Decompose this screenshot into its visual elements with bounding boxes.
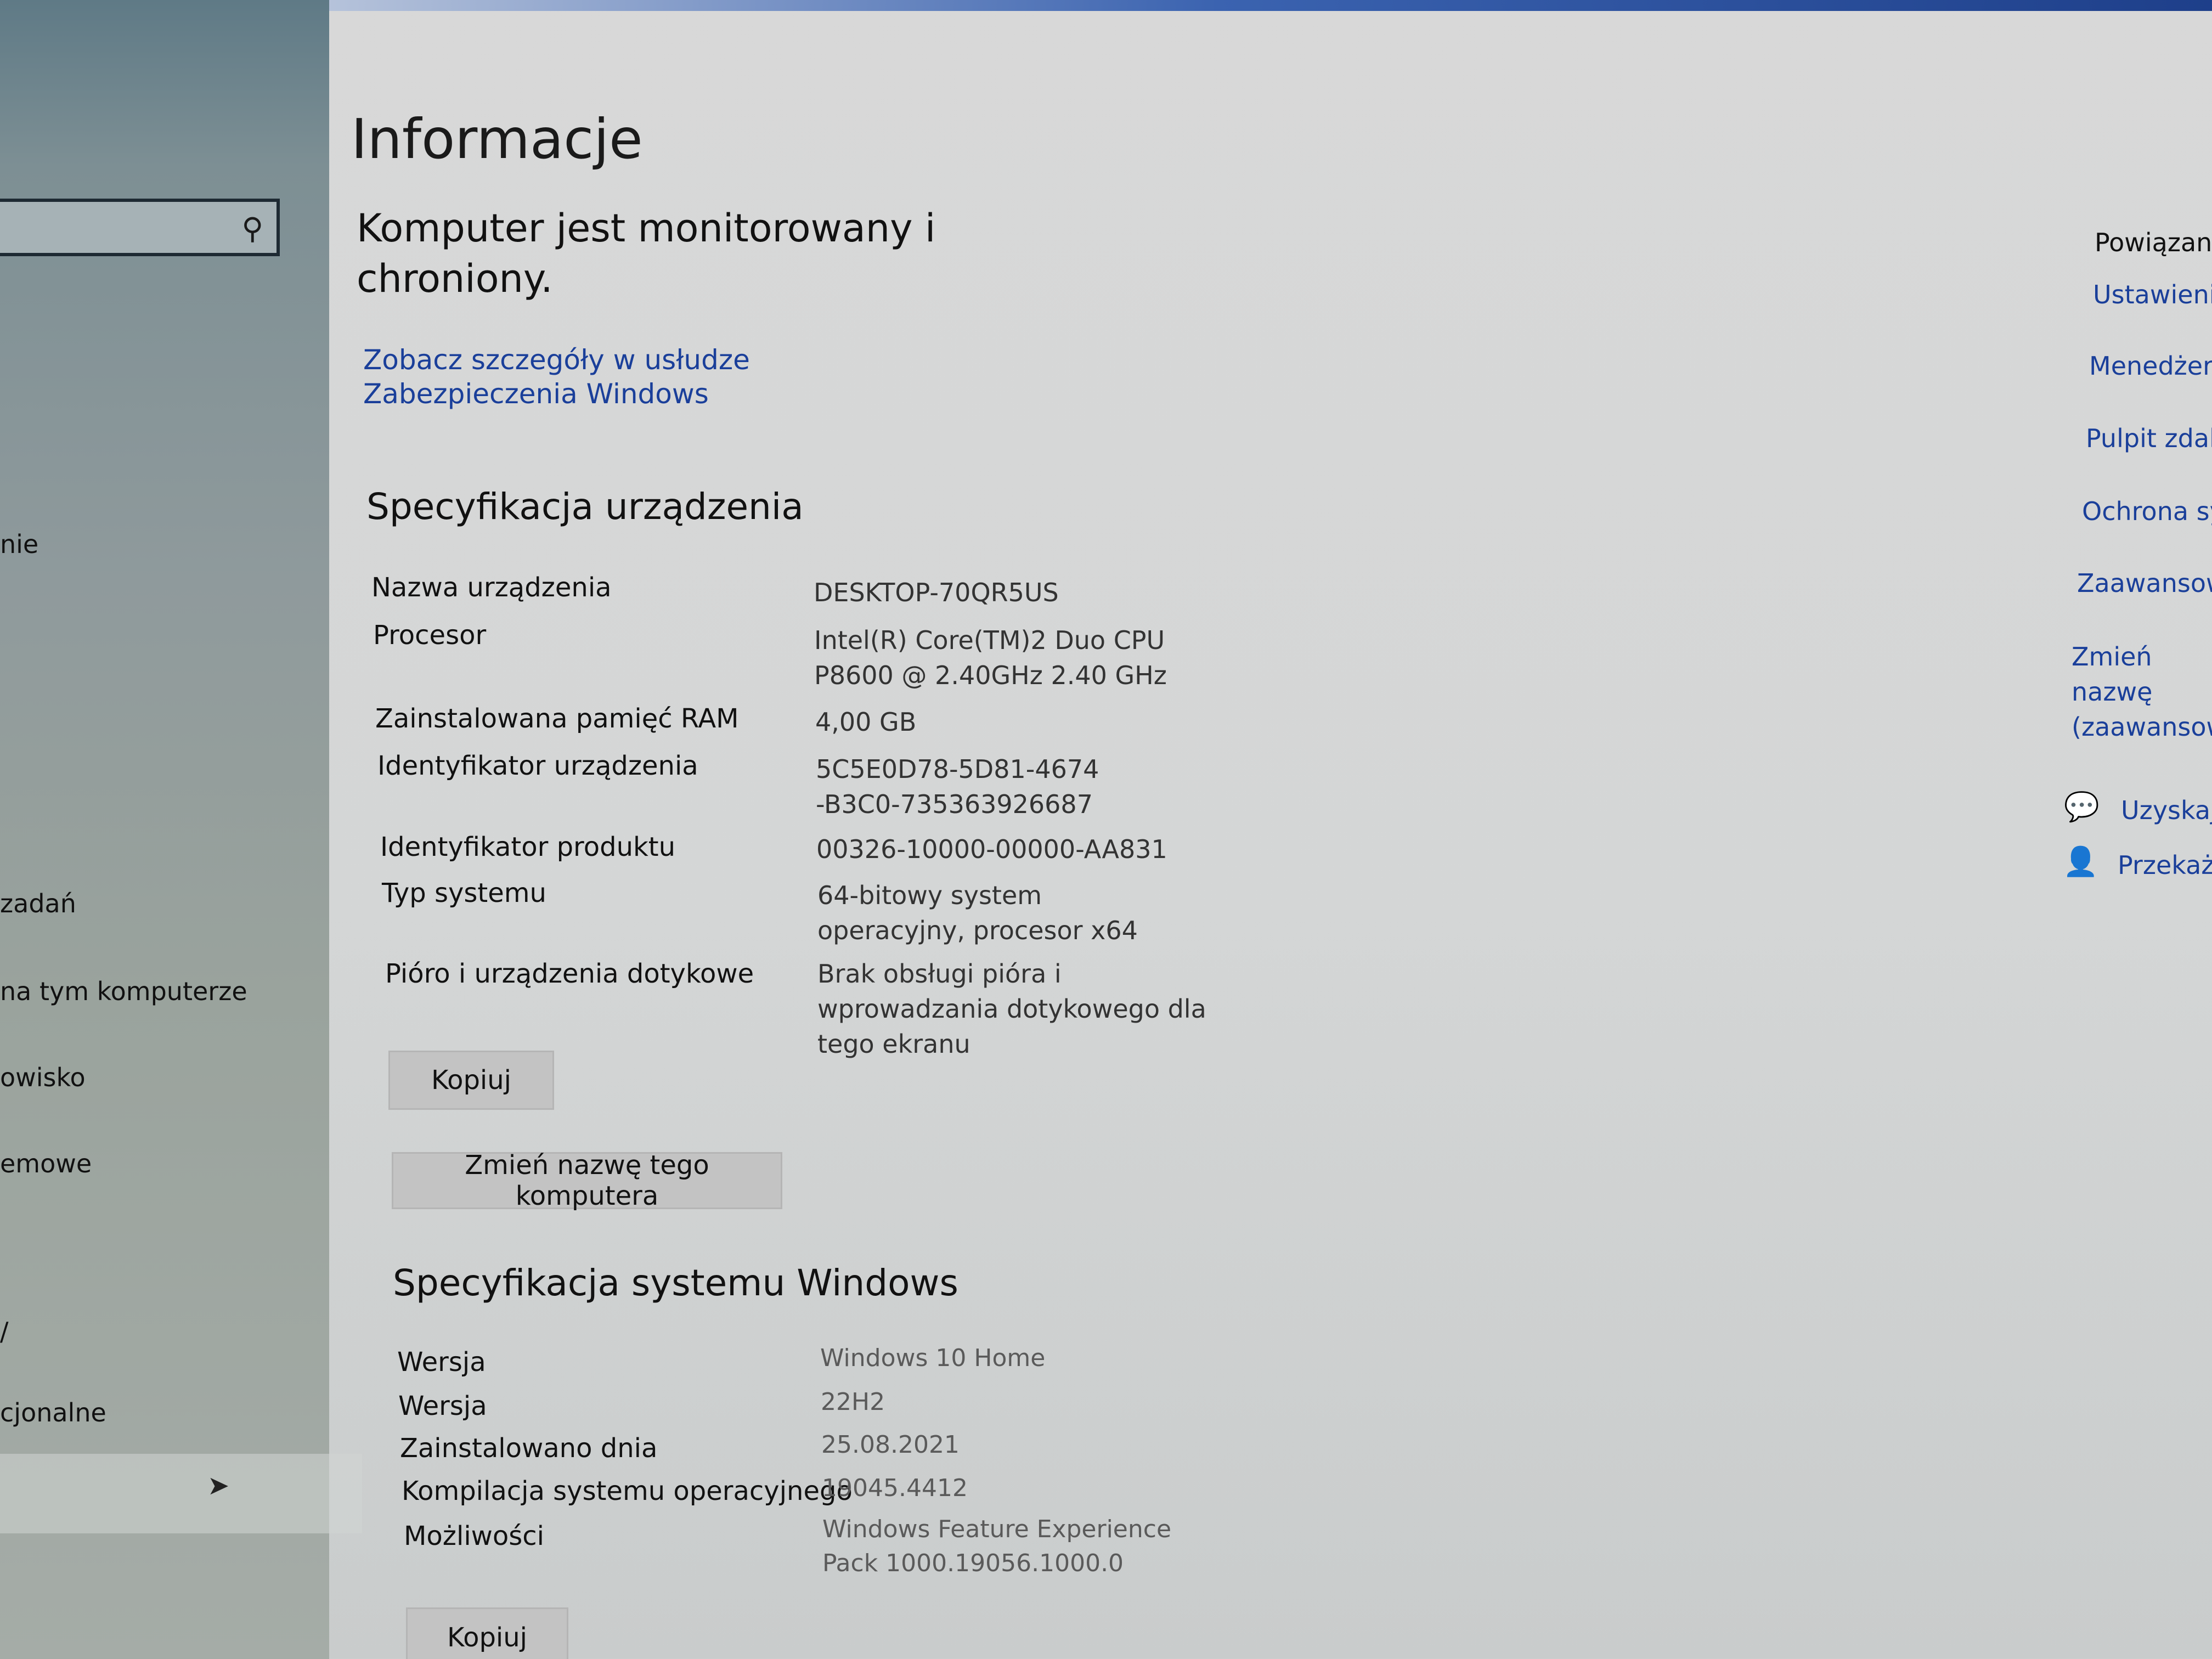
related-link-2[interactable]: Menedżer u <box>2089 351 2212 381</box>
copy-device-spec-button[interactable]: Kopiuj <box>388 1051 554 1110</box>
device-spec-title: Specyfikacja urządzenia <box>366 486 804 528</box>
spec-value-product-id: 00326-10000-00000-AA831 <box>816 834 1167 864</box>
win-value-edition: Windows 10 Home <box>820 1344 1046 1372</box>
page-title: Informacje <box>351 107 643 171</box>
spec-label-device-id: Identyfikator urządzenia <box>377 751 698 781</box>
protection-status-text: Komputer jest monitorowany i chroniony. <box>357 206 936 301</box>
about-page: Informacje Komputer jest monitorowany i … <box>0 0 2212 1659</box>
spec-value-ram: 4,00 GB <box>815 707 917 737</box>
win-label-installed-on: Zainstalowano dnia <box>400 1433 658 1464</box>
windows-security-link[interactable]: Zobacz szczegóły w usłudze Zabezpieczeni… <box>363 343 967 411</box>
windows-spec-title: Specyfikacja systemu Windows <box>393 1262 958 1304</box>
win-value-version: 22H2 <box>821 1388 885 1416</box>
win-value-installed-on: 25.08.2021 <box>821 1431 960 1459</box>
copy-windows-spec-button[interactable]: Kopiuj <box>406 1607 568 1659</box>
related-settings-title: Powiązane <box>2095 228 2212 257</box>
spec-label-processor: Procesor <box>373 620 487 651</box>
related-link-5[interactable]: Zaawansowa <box>2077 568 2212 598</box>
rename-pc-button[interactable]: Zmień nazwę tego komputera <box>392 1150 782 1211</box>
win-label-version: Wersja <box>398 1391 487 1421</box>
win-label-experience: Możliwości <box>404 1521 545 1551</box>
win-value-os-build: 19045.4412 <box>822 1474 968 1502</box>
related-link-4[interactable]: Ochrona sys <box>2082 496 2212 526</box>
get-help-link[interactable]: Uzyskaj p <box>2121 795 2212 825</box>
win-label-os-build: Kompilacja systemu operacyjnego <box>402 1476 853 1506</box>
spec-value-processor: Intel(R) Core(TM)2 Duo CPU P8600 @ 2.40G… <box>814 625 1167 690</box>
related-link-1[interactable]: Ustawienia <box>2093 280 2212 309</box>
spec-label-device-name: Nazwa urządzenia <box>371 572 612 603</box>
related-link-6[interactable]: Zmień nazwę (zaawansowa <box>2072 639 2212 744</box>
spec-value-device-name: DESKTOP-70QR5US <box>814 578 1059 607</box>
spec-value-system-type: 64-bitowy system operacyjny, procesor x6… <box>817 881 1138 945</box>
spec-label-ram: Zainstalowana pamięć RAM <box>375 703 739 734</box>
win-value-experience: Windows Feature Experience Pack 1000.190… <box>822 1515 1172 1577</box>
spec-label-product-id: Identyfikator produktu <box>380 832 676 862</box>
related-link-3[interactable]: Pulpit zdaln <box>2086 424 2212 453</box>
spec-label-pen-touch: Pióro i urządzenia dotykowe <box>385 958 754 989</box>
feedback-icon[interactable]: 👤 <box>2063 848 2098 876</box>
win-label-edition: Wersja <box>397 1347 486 1378</box>
spec-value-pen-touch: Brak obsługi pióra i wprowadzania dotyko… <box>817 959 1206 1059</box>
feedback-link[interactable]: Przekaż o <box>2118 850 2212 880</box>
spec-value-device-id: 5C5E0D78-5D81-4674-B3C0-735363926687 <box>816 754 1099 819</box>
spec-label-system-type: Typ systemu <box>382 878 546 909</box>
help-chat-icon[interactable]: 💬 <box>2064 793 2100 821</box>
